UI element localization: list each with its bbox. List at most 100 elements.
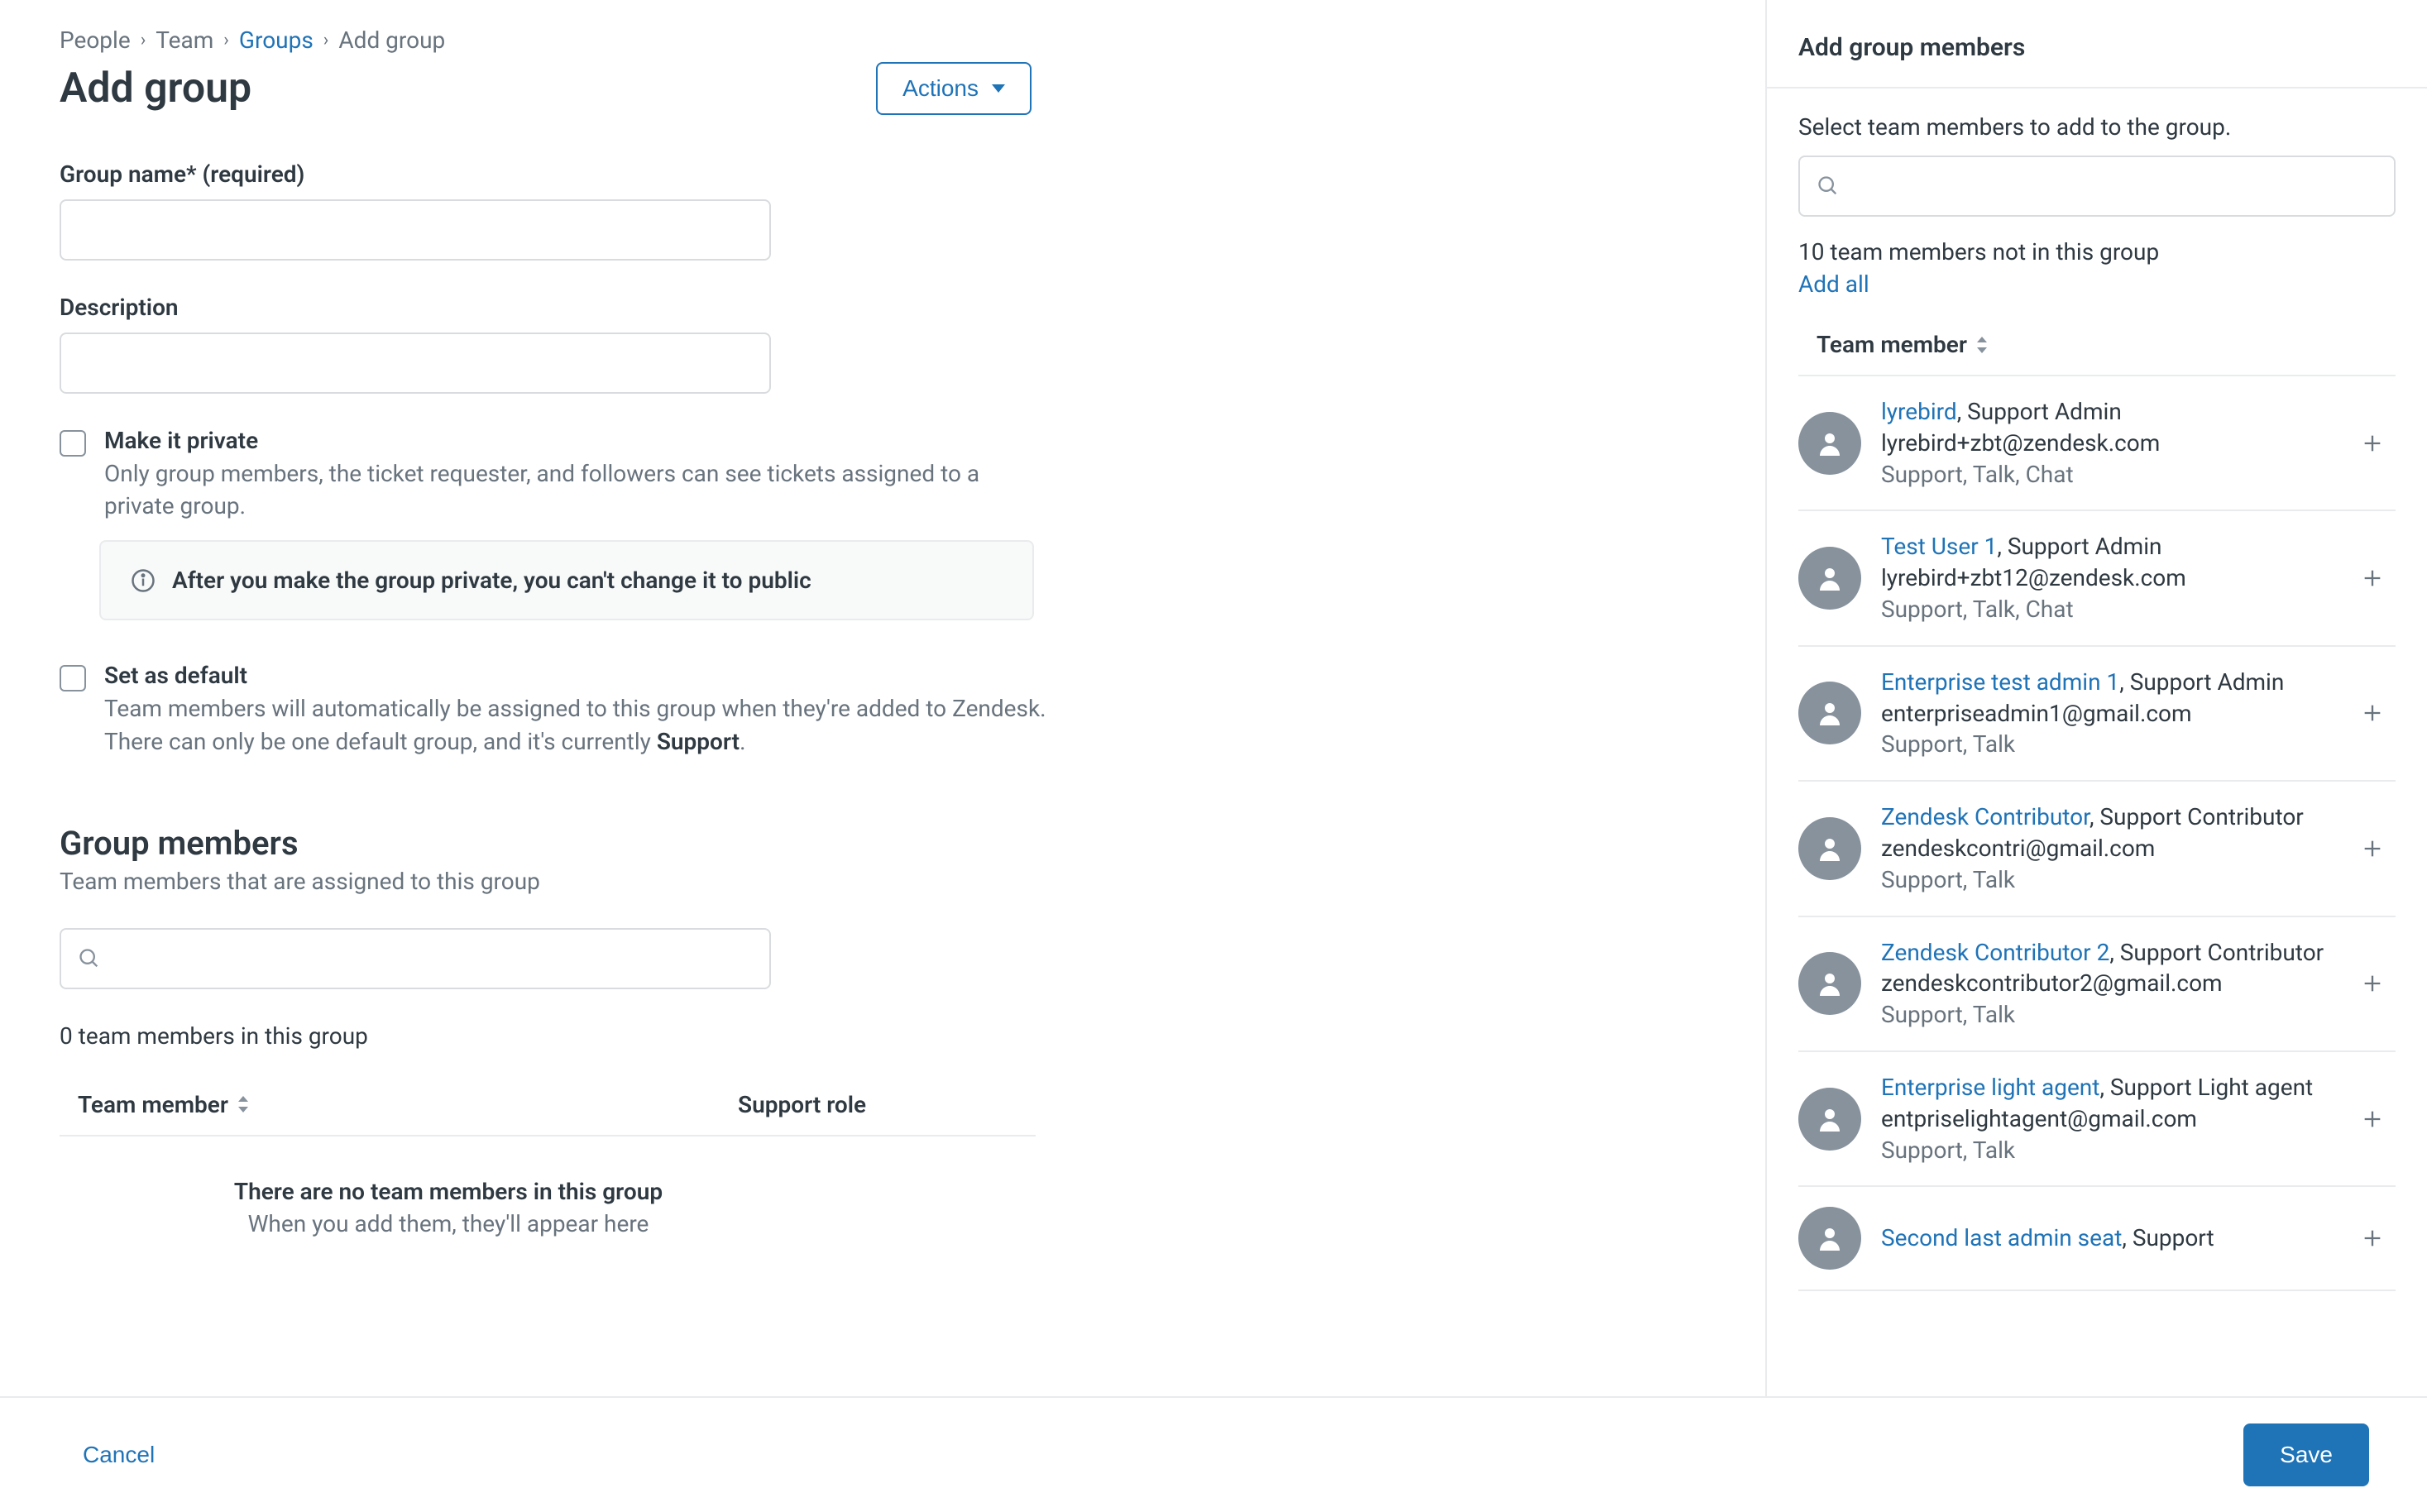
search-icon (1817, 175, 1840, 198)
member-list: lyrebird, Support Adminlyrebird+zbt@zend… (1798, 376, 2396, 1291)
save-button[interactable]: Save (2243, 1423, 2369, 1486)
main-content: People › Team › Groups › Add group Add g… (0, 0, 1765, 1512)
set-default-desc: Team members will automatically be assig… (104, 692, 1052, 757)
member-role: , Support Light agent (2099, 1074, 2313, 1101)
col-support-role: Support role (738, 1091, 1036, 1118)
add-all-link[interactable]: Add all (1798, 270, 1869, 298)
breadcrumb-current: Add group (338, 26, 445, 54)
avatar (1798, 1088, 1861, 1151)
set-default-checkbox[interactable] (60, 665, 86, 691)
side-hint: Select team members to add to the group. (1798, 113, 2396, 141)
private-info-text: After you make the group private, you ca… (172, 567, 811, 594)
make-private-checkbox[interactable] (60, 430, 86, 457)
member-name[interactable]: Enterprise light agent (1881, 1074, 2099, 1101)
col-team-member[interactable]: Team member (78, 1091, 738, 1118)
group-members-search-input[interactable] (111, 930, 753, 988)
avatar (1798, 817, 1861, 880)
members-count: 0 team members in this group (60, 1022, 1765, 1050)
member-role: , Support Admin (1957, 398, 2122, 425)
breadcrumb: People › Team › Groups › Add group (60, 26, 1765, 54)
actions-label: Actions (902, 75, 979, 102)
member-row: Second last admin seat, Support (1798, 1187, 2396, 1291)
empty-line2: When you add them, they'll appear here (93, 1210, 804, 1237)
member-products: Support, Talk (1881, 1135, 2338, 1166)
add-member-button[interactable] (2358, 563, 2387, 593)
make-private-title: Make it private (104, 427, 1052, 454)
side-search-input[interactable] (1850, 157, 2377, 215)
make-private-desc: Only group members, the ticket requester… (104, 457, 1052, 522)
member-name[interactable]: Zendesk Contributor 2 (1881, 939, 2109, 966)
member-row: lyrebird, Support Admin lyrebird+zbt@zend… (1798, 376, 2396, 511)
footer: Cancel Save (0, 1396, 2427, 1512)
member-name[interactable]: Enterprise test admin 1 (1881, 668, 2119, 696)
add-member-button[interactable] (2358, 698, 2387, 728)
member-name[interactable]: Test User 1 (1881, 533, 1997, 560)
avatar (1798, 547, 1861, 610)
empty-state: There are no team members in this group … (93, 1178, 804, 1237)
member-row: Zendesk Contributor 2, Support Contribut… (1798, 917, 2396, 1052)
member-role: , Support Admin (1997, 533, 2161, 560)
add-member-button[interactable] (2358, 1223, 2387, 1253)
member-email: entpriselightagent@gmail.com (1881, 1103, 2338, 1135)
member-products: Support, Talk (1881, 729, 2338, 760)
description-input[interactable] (60, 333, 771, 394)
cancel-button[interactable]: Cancel (83, 1442, 155, 1468)
side-search[interactable] (1798, 156, 2396, 217)
member-email: lyrebird+zbt12@zendesk.com (1881, 562, 2338, 594)
page-title: Add group (60, 65, 251, 112)
avatar (1798, 1207, 1861, 1270)
avatar (1798, 682, 1861, 744)
empty-line1: There are no team members in this group (93, 1178, 804, 1205)
chevron-right-icon: › (141, 30, 146, 50)
member-email: zendeskcontributor2@gmail.com (1881, 968, 2338, 999)
private-info-box: After you make the group private, you ca… (99, 540, 1034, 620)
member-row: Enterprise test admin 1, Support Adminen… (1798, 647, 2396, 782)
add-member-button[interactable] (2358, 969, 2387, 998)
actions-button[interactable]: Actions (876, 62, 1032, 115)
group-members-sub: Team members that are assigned to this g… (60, 868, 1765, 895)
sort-icon (237, 1096, 250, 1112)
sort-icon (1975, 337, 1989, 353)
breadcrumb-people[interactable]: People (60, 26, 131, 54)
search-icon (78, 947, 101, 970)
member-role: , Support Admin (2119, 668, 2284, 696)
member-email: zendeskcontri@gmail.com (1881, 833, 2338, 864)
group-members-heading: Group members (60, 824, 1765, 863)
member-role: , Support Contributor (2090, 803, 2304, 830)
side-col-team-member[interactable]: Team member (1798, 331, 2396, 376)
member-products: Support, Talk (1881, 999, 2338, 1031)
description-label: Description (60, 294, 771, 321)
member-name[interactable]: lyrebird (1881, 398, 1957, 425)
member-products: Support, Talk, Chat (1881, 459, 2338, 490)
member-email: lyrebird+zbt@zendesk.com (1881, 428, 2338, 459)
member-name[interactable]: Zendesk Contributor (1881, 803, 2090, 830)
chevron-right-icon: › (223, 30, 229, 50)
group-members-search[interactable] (60, 928, 771, 989)
set-default-title: Set as default (104, 662, 1052, 689)
group-name-label: Group name* (required) (60, 160, 771, 188)
side-heading: Add group members (1767, 0, 2427, 89)
member-products: Support, Talk, Chat (1881, 594, 2338, 625)
member-email: enterpriseadmin1@gmail.com (1881, 698, 2338, 730)
breadcrumb-team[interactable]: Team (156, 26, 213, 54)
avatar (1798, 952, 1861, 1015)
add-member-button[interactable] (2358, 428, 2387, 458)
side-count: 10 team members not in this group (1798, 238, 2396, 266)
member-role: , Support Contributor (2109, 939, 2324, 966)
members-table-header: Team member Support role (60, 1074, 1036, 1136)
add-members-panel: Add group members Select team members to… (1765, 0, 2427, 1512)
member-row: Zendesk Contributor, Support Contributor… (1798, 782, 2396, 916)
chevron-down-icon (992, 84, 1005, 93)
info-icon (131, 568, 156, 593)
member-products: Support, Talk (1881, 864, 2338, 896)
member-name[interactable]: Second last admin seat (1881, 1224, 2122, 1251)
breadcrumb-groups[interactable]: Groups (239, 26, 314, 54)
member-row: Test User 1, Support Adminlyrebird+zbt12… (1798, 511, 2396, 646)
chevron-right-icon: › (323, 30, 329, 50)
member-row: Enterprise light agent, Support Light ag… (1798, 1052, 2396, 1187)
avatar (1798, 412, 1861, 475)
group-name-input[interactable] (60, 199, 771, 261)
add-member-button[interactable] (2358, 1104, 2387, 1134)
add-member-button[interactable] (2358, 834, 2387, 864)
member-role: , Support (2122, 1224, 2214, 1251)
